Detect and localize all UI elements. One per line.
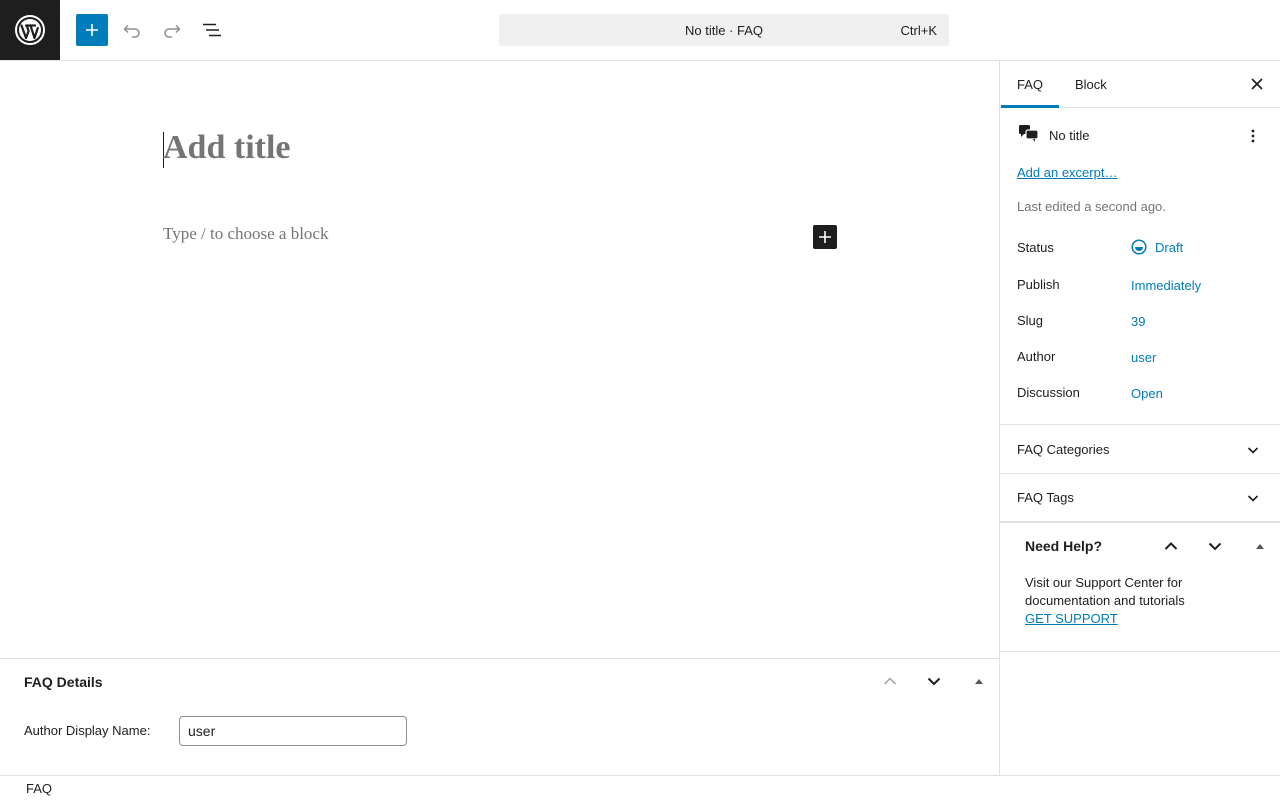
- undo-icon: [123, 24, 140, 38]
- author-display-name-label: Author Display Name:: [24, 723, 151, 738]
- redo-button[interactable]: [156, 14, 188, 46]
- toggle-panel-button[interactable]: [1248, 534, 1272, 558]
- post-title-label: No title: [1049, 128, 1090, 143]
- status-value: Draft: [1155, 239, 1184, 255]
- chevron-down-icon: [1208, 542, 1222, 551]
- tab-faq[interactable]: FAQ: [1001, 61, 1059, 108]
- move-up-button[interactable]: [1159, 534, 1183, 558]
- block-placeholder[interactable]: Type / to choose a block: [163, 224, 328, 244]
- toggle-panel-button[interactable]: [967, 669, 991, 693]
- post-actions-button[interactable]: [1241, 124, 1265, 148]
- tab-block[interactable]: Block: [1059, 61, 1123, 108]
- editor-canvas[interactable]: Add title Type / to choose a block: [0, 61, 999, 658]
- publish-label: Publish: [1017, 277, 1060, 292]
- inline-block-inserter-button[interactable]: [813, 225, 837, 249]
- redo-icon: [164, 24, 181, 38]
- draft-status-icon: [1131, 239, 1147, 255]
- chevron-up-icon: [883, 677, 897, 685]
- discussion-button[interactable]: Open: [1131, 386, 1163, 401]
- expand-panel-button[interactable]: [1241, 438, 1265, 462]
- editor-footer: FAQ: [0, 775, 1280, 800]
- get-support-link[interactable]: GET SUPPORT: [1025, 611, 1118, 626]
- author-label: Author: [1017, 349, 1056, 364]
- toggle-block-inserter-button[interactable]: [76, 14, 108, 46]
- list-view-icon: [203, 23, 221, 37]
- slug-label: Slug: [1017, 313, 1044, 328]
- sidebar-tabs: FAQ Block: [1000, 61, 1280, 108]
- slug-button[interactable]: 39: [1131, 314, 1145, 329]
- chevron-down-icon: [1247, 447, 1259, 454]
- close-icon: [1251, 78, 1263, 90]
- caret-up-icon: [1256, 544, 1264, 549]
- move-up-button[interactable]: [878, 669, 902, 693]
- undo-button[interactable]: [116, 14, 148, 46]
- command-palette-bar[interactable]: No title · FAQ Ctrl+K: [499, 14, 949, 46]
- discussion-label: Discussion: [1017, 385, 1080, 400]
- author-display-name-input[interactable]: [179, 716, 407, 746]
- author-button[interactable]: user: [1131, 350, 1156, 365]
- move-down-button[interactable]: [1203, 534, 1227, 558]
- expand-panel-button[interactable]: [1241, 486, 1265, 510]
- metabox-title: FAQ Details: [24, 674, 103, 690]
- plus-icon: [819, 231, 831, 243]
- breadcrumb[interactable]: FAQ: [26, 781, 52, 796]
- need-help-metabox: Need Help? Visit our Support Center for …: [1000, 522, 1280, 652]
- publish-date-button[interactable]: Immediately: [1131, 278, 1201, 293]
- last-edited-text: Last edited a second ago.: [1017, 199, 1166, 214]
- keyboard-shortcut: Ctrl+K: [900, 23, 937, 38]
- faq-details-metabox: FAQ Details Author Display Name:: [0, 658, 999, 775]
- faq-post-type-icon: [1019, 125, 1039, 142]
- close-sidebar-button[interactable]: [1245, 72, 1269, 96]
- document-overview-button[interactable]: [196, 14, 228, 46]
- help-description: Visit our Support Center for documentati…: [1025, 575, 1185, 608]
- post-summary-panel: No title Add an excerpt… Last edited a s…: [1000, 108, 1280, 425]
- chevron-down-icon: [1247, 495, 1259, 502]
- more-vertical-icon: [1251, 129, 1255, 143]
- help-title: Need Help?: [1025, 538, 1103, 554]
- status-label: Status: [1017, 240, 1054, 255]
- chevron-up-icon: [1164, 542, 1178, 550]
- status-button[interactable]: Draft: [1131, 239, 1183, 255]
- faq-categories-panel[interactable]: FAQ Categories: [1000, 426, 1280, 474]
- wordpress-logo-button[interactable]: [0, 0, 60, 60]
- caret-up-icon: [975, 679, 983, 684]
- chevron-down-icon: [927, 677, 941, 686]
- move-down-button[interactable]: [922, 669, 946, 693]
- wordpress-logo-icon: [15, 15, 45, 45]
- faq-tags-panel[interactable]: FAQ Tags: [1000, 474, 1280, 522]
- panel-title: FAQ Tags: [1017, 490, 1074, 505]
- add-excerpt-link[interactable]: Add an excerpt…: [1017, 165, 1117, 180]
- panel-title: FAQ Categories: [1017, 442, 1110, 457]
- plus-icon: [86, 24, 98, 36]
- editor-header: No title · FAQ Ctrl+K: [0, 0, 1280, 61]
- document-title: No title · FAQ: [684, 22, 764, 38]
- settings-sidebar: FAQ Block No title Add an excerpt… Last …: [999, 61, 1280, 775]
- post-title-input[interactable]: Add title: [163, 129, 291, 167]
